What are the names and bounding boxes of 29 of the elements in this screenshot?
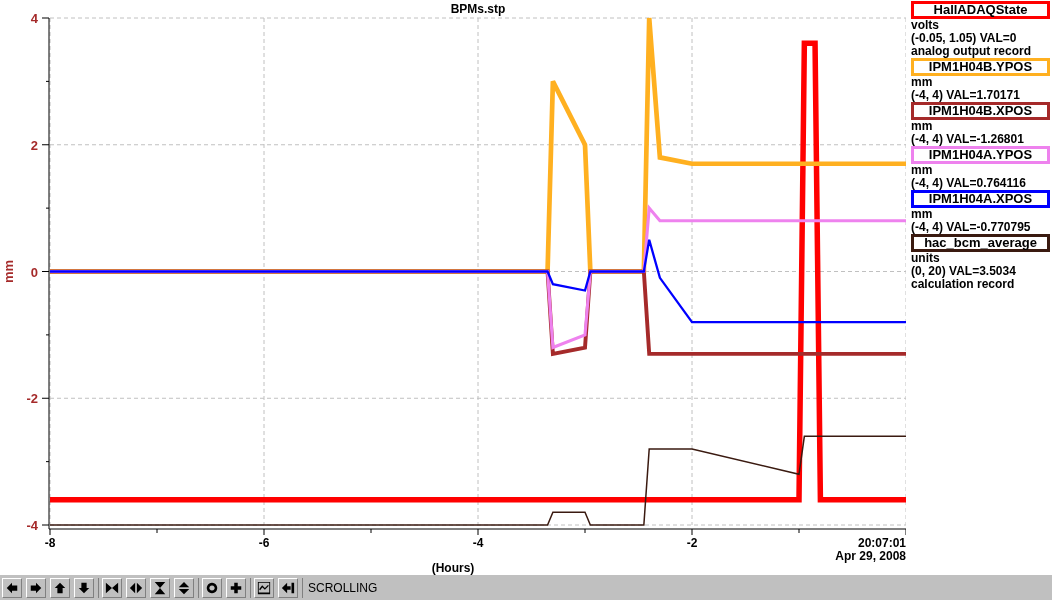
y-tick-label: -2	[26, 391, 38, 407]
legend-text: mm	[911, 164, 934, 177]
x-tick-label: -6	[258, 536, 270, 550]
time-label: 20:07:01	[857, 536, 906, 550]
x-tick-label: -4	[472, 536, 484, 550]
chart-title: BPMs.stp	[450, 2, 506, 16]
legend-text: mm	[911, 208, 934, 221]
legend-text: (-0.05, 1.05) VAL=0	[911, 32, 1018, 45]
mode-label: SCROLLING	[308, 579, 378, 597]
legend-text: mm	[911, 76, 934, 89]
y-tick-label: 0	[30, 264, 38, 280]
y-axis-label: mm	[1, 259, 16, 284]
date-label: Apr 29, 2008	[835, 549, 906, 563]
legend-text: (-4, 4) VAL=1.70171	[911, 89, 1021, 102]
legend-text: (-4, 4) VAL=-0.770795	[911, 221, 1032, 234]
legend-text: analog output record	[911, 45, 1032, 58]
legend-text: units	[911, 252, 941, 265]
legend-text: (-4, 4) VAL=0.764116	[911, 177, 1027, 190]
x-tick-label: -8	[44, 536, 56, 550]
legend-text: (0, 20) VAL=3.5034	[911, 265, 1017, 278]
x-tick-label: -2	[686, 536, 698, 550]
legend-text: mm	[911, 120, 934, 133]
legend-text: volts	[911, 19, 940, 32]
x-axis-label: (Hours)	[431, 561, 475, 575]
legend-text: calculation record	[911, 278, 1016, 291]
legend-text: (-4, 4) VAL=-1.26801	[911, 133, 1025, 146]
y-tick-label: 2	[30, 137, 38, 153]
y-tick-label: 4	[30, 11, 38, 26]
y-tick-label: -4	[26, 518, 38, 533]
